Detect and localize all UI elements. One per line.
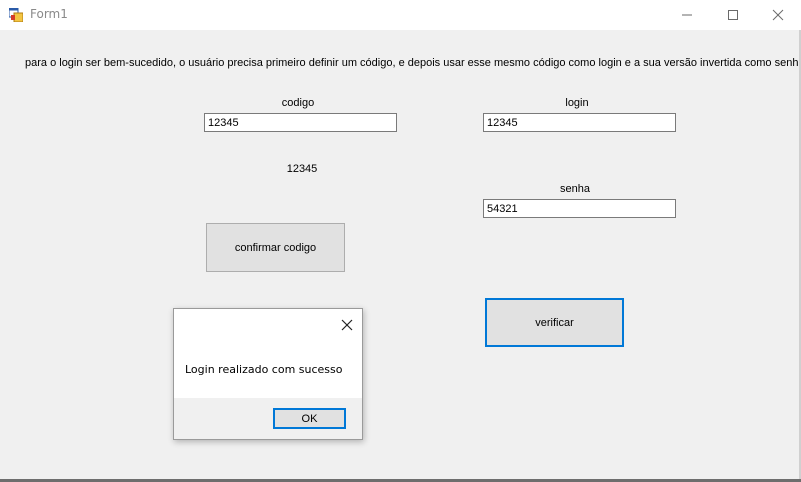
senha-input[interactable]: 54321 (483, 199, 676, 218)
confirmar-codigo-button[interactable]: confirmar codigo (206, 223, 345, 272)
codigo-display-label: 12345 (286, 163, 318, 175)
form-client-area (0, 30, 801, 479)
codigo-input[interactable]: 12345 (204, 113, 397, 132)
close-icon (772, 9, 784, 21)
windows-form-icon (9, 8, 23, 22)
ok-button[interactable]: OK (273, 408, 346, 429)
message-box: Login realizado com sucesso OK (173, 308, 363, 440)
maximize-icon (728, 10, 738, 20)
title-bar: Form1 (0, 0, 801, 30)
close-icon[interactable] (339, 317, 355, 333)
senha-label: senha (560, 183, 590, 195)
close-button[interactable] (755, 0, 801, 30)
window-title: Form1 (30, 7, 68, 21)
minimize-button[interactable] (664, 0, 710, 30)
maximize-button[interactable] (710, 0, 756, 30)
instructions-label: para o login ser bem-sucedido, o usuário… (25, 57, 801, 69)
verificar-button[interactable]: verificar (485, 298, 624, 347)
login-label: login (565, 97, 589, 109)
codigo-label: codigo (281, 97, 315, 109)
message-text: Login realizado com sucesso (185, 363, 343, 376)
login-input[interactable]: 12345 (483, 113, 676, 132)
minimize-icon (682, 14, 692, 16)
message-box-footer: OK (174, 398, 362, 439)
